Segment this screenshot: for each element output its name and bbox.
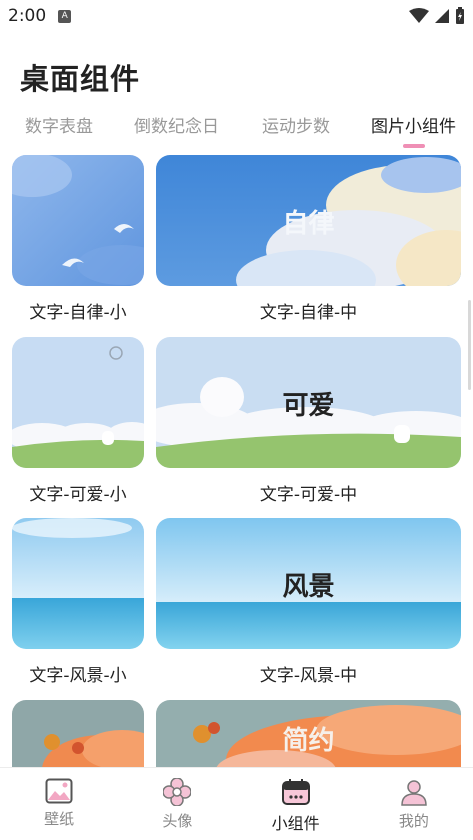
tab-photo-widget[interactable]: 图片小组件 [371, 112, 456, 137]
sea-scenery-image [12, 518, 144, 649]
tab-digital-dial[interactable]: 数字表盘 [25, 112, 93, 137]
picture-icon [45, 778, 73, 804]
category-tabs: 数字表盘 倒数纪念日 运动步数 图片小组件 [0, 112, 473, 148]
status-indicators [409, 7, 465, 25]
widget-caption: 文字-自律-小 [29, 303, 127, 323]
nav-wallpaper[interactable]: 壁纸 [0, 768, 118, 840]
nav-avatar[interactable]: 头像 [118, 768, 236, 840]
tab-step-count[interactable]: 运动步数 [262, 112, 330, 137]
widget-overlay-text: 简约 [282, 726, 335, 756]
nav-mine[interactable]: 我的 [355, 768, 473, 840]
status-time: 2:00 [8, 6, 47, 26]
nav-label: 我的 [398, 812, 429, 830]
tab-countdown[interactable]: 倒数纪念日 [134, 112, 219, 137]
signal-icon [435, 9, 449, 23]
user-icon [401, 780, 427, 806]
widget-caption: 文字-风景-小 [29, 666, 127, 686]
widget-simple-medium[interactable]: 简约 [156, 700, 461, 767]
nav-label: 壁纸 [44, 810, 75, 828]
widget-scenery-small[interactable] [12, 518, 144, 649]
nav-label: 小组件 [271, 814, 320, 833]
nav-widgets[interactable]: 小组件 [237, 768, 355, 840]
notification-badge-icon: A [58, 9, 72, 23]
widget-grid: 文字-自律-小 自律 文字-自律-中 文字-可爱-小 可爱 文字-可爱-中 文字… [0, 155, 473, 767]
scrollbar[interactable] [468, 300, 471, 390]
active-tab-indicator [403, 144, 425, 148]
bottom-nav: 壁纸 头像 小组件 我的 [0, 767, 473, 840]
widget-cute-small[interactable] [12, 337, 144, 468]
widget-caption: 文字-风景-中 [259, 666, 358, 686]
wifi-icon [409, 8, 429, 23]
page-title: 桌面组件 [20, 62, 141, 96]
cute-meadow-image [12, 337, 144, 468]
battery-icon [456, 7, 464, 24]
avatar-flower-icon [163, 778, 192, 806]
widget-overlay-text: 可爱 [282, 391, 335, 421]
sunset-image [12, 700, 144, 767]
widget-cute-medium[interactable]: 可爱 [156, 337, 461, 468]
widget-self-discipline-medium[interactable]: 自律 [156, 155, 461, 286]
widget-simple-small[interactable] [12, 700, 144, 767]
nav-label: 头像 [162, 812, 193, 830]
widget-caption: 文字-自律-中 [259, 303, 358, 323]
widget-self-discipline-small[interactable] [12, 155, 144, 286]
widget-scenery-medium[interactable]: 风景 [156, 518, 461, 649]
widget-overlay-text: 自律 [282, 209, 335, 239]
widget-overlay-text: 风景 [282, 572, 335, 602]
widget-calendar-icon [281, 779, 310, 805]
status-bar: 2:00 A [0, 0, 473, 32]
widget-caption: 文字-可爱-中 [259, 485, 358, 505]
sky-birds-image [12, 155, 144, 286]
widget-caption: 文字-可爱-小 [29, 485, 127, 505]
